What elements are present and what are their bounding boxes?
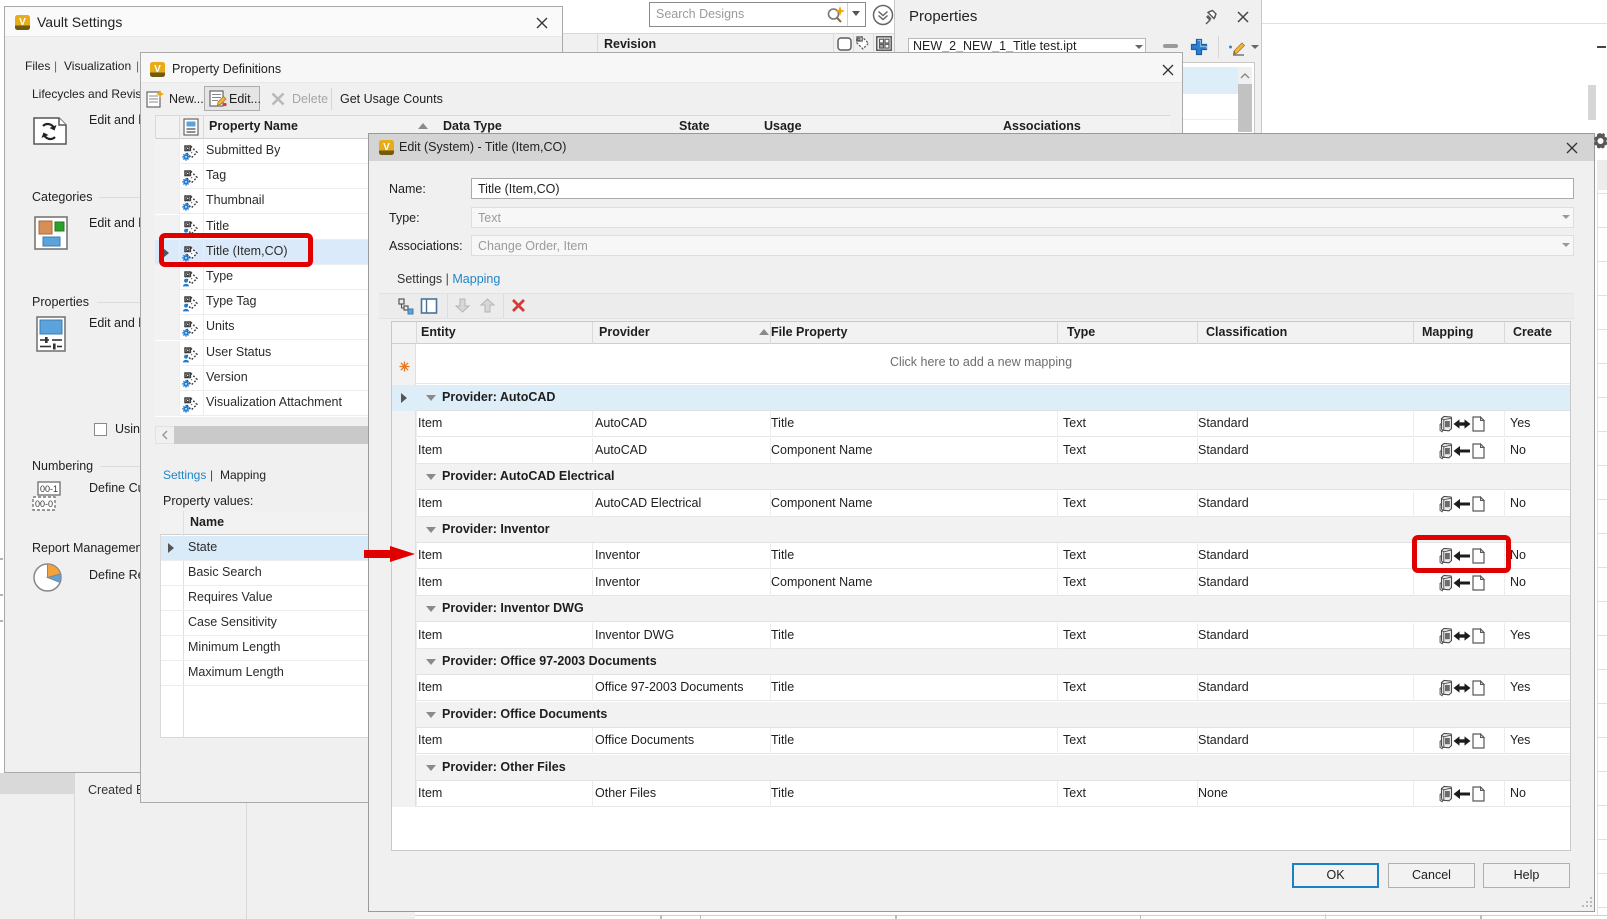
svg-text:00-0: 00-0 [35,499,53,509]
svg-text:00-1: 00-1 [40,484,58,494]
svg-text:V: V [19,17,26,28]
svg-text:V: V [154,64,161,75]
svg-text:V: V [383,142,390,153]
